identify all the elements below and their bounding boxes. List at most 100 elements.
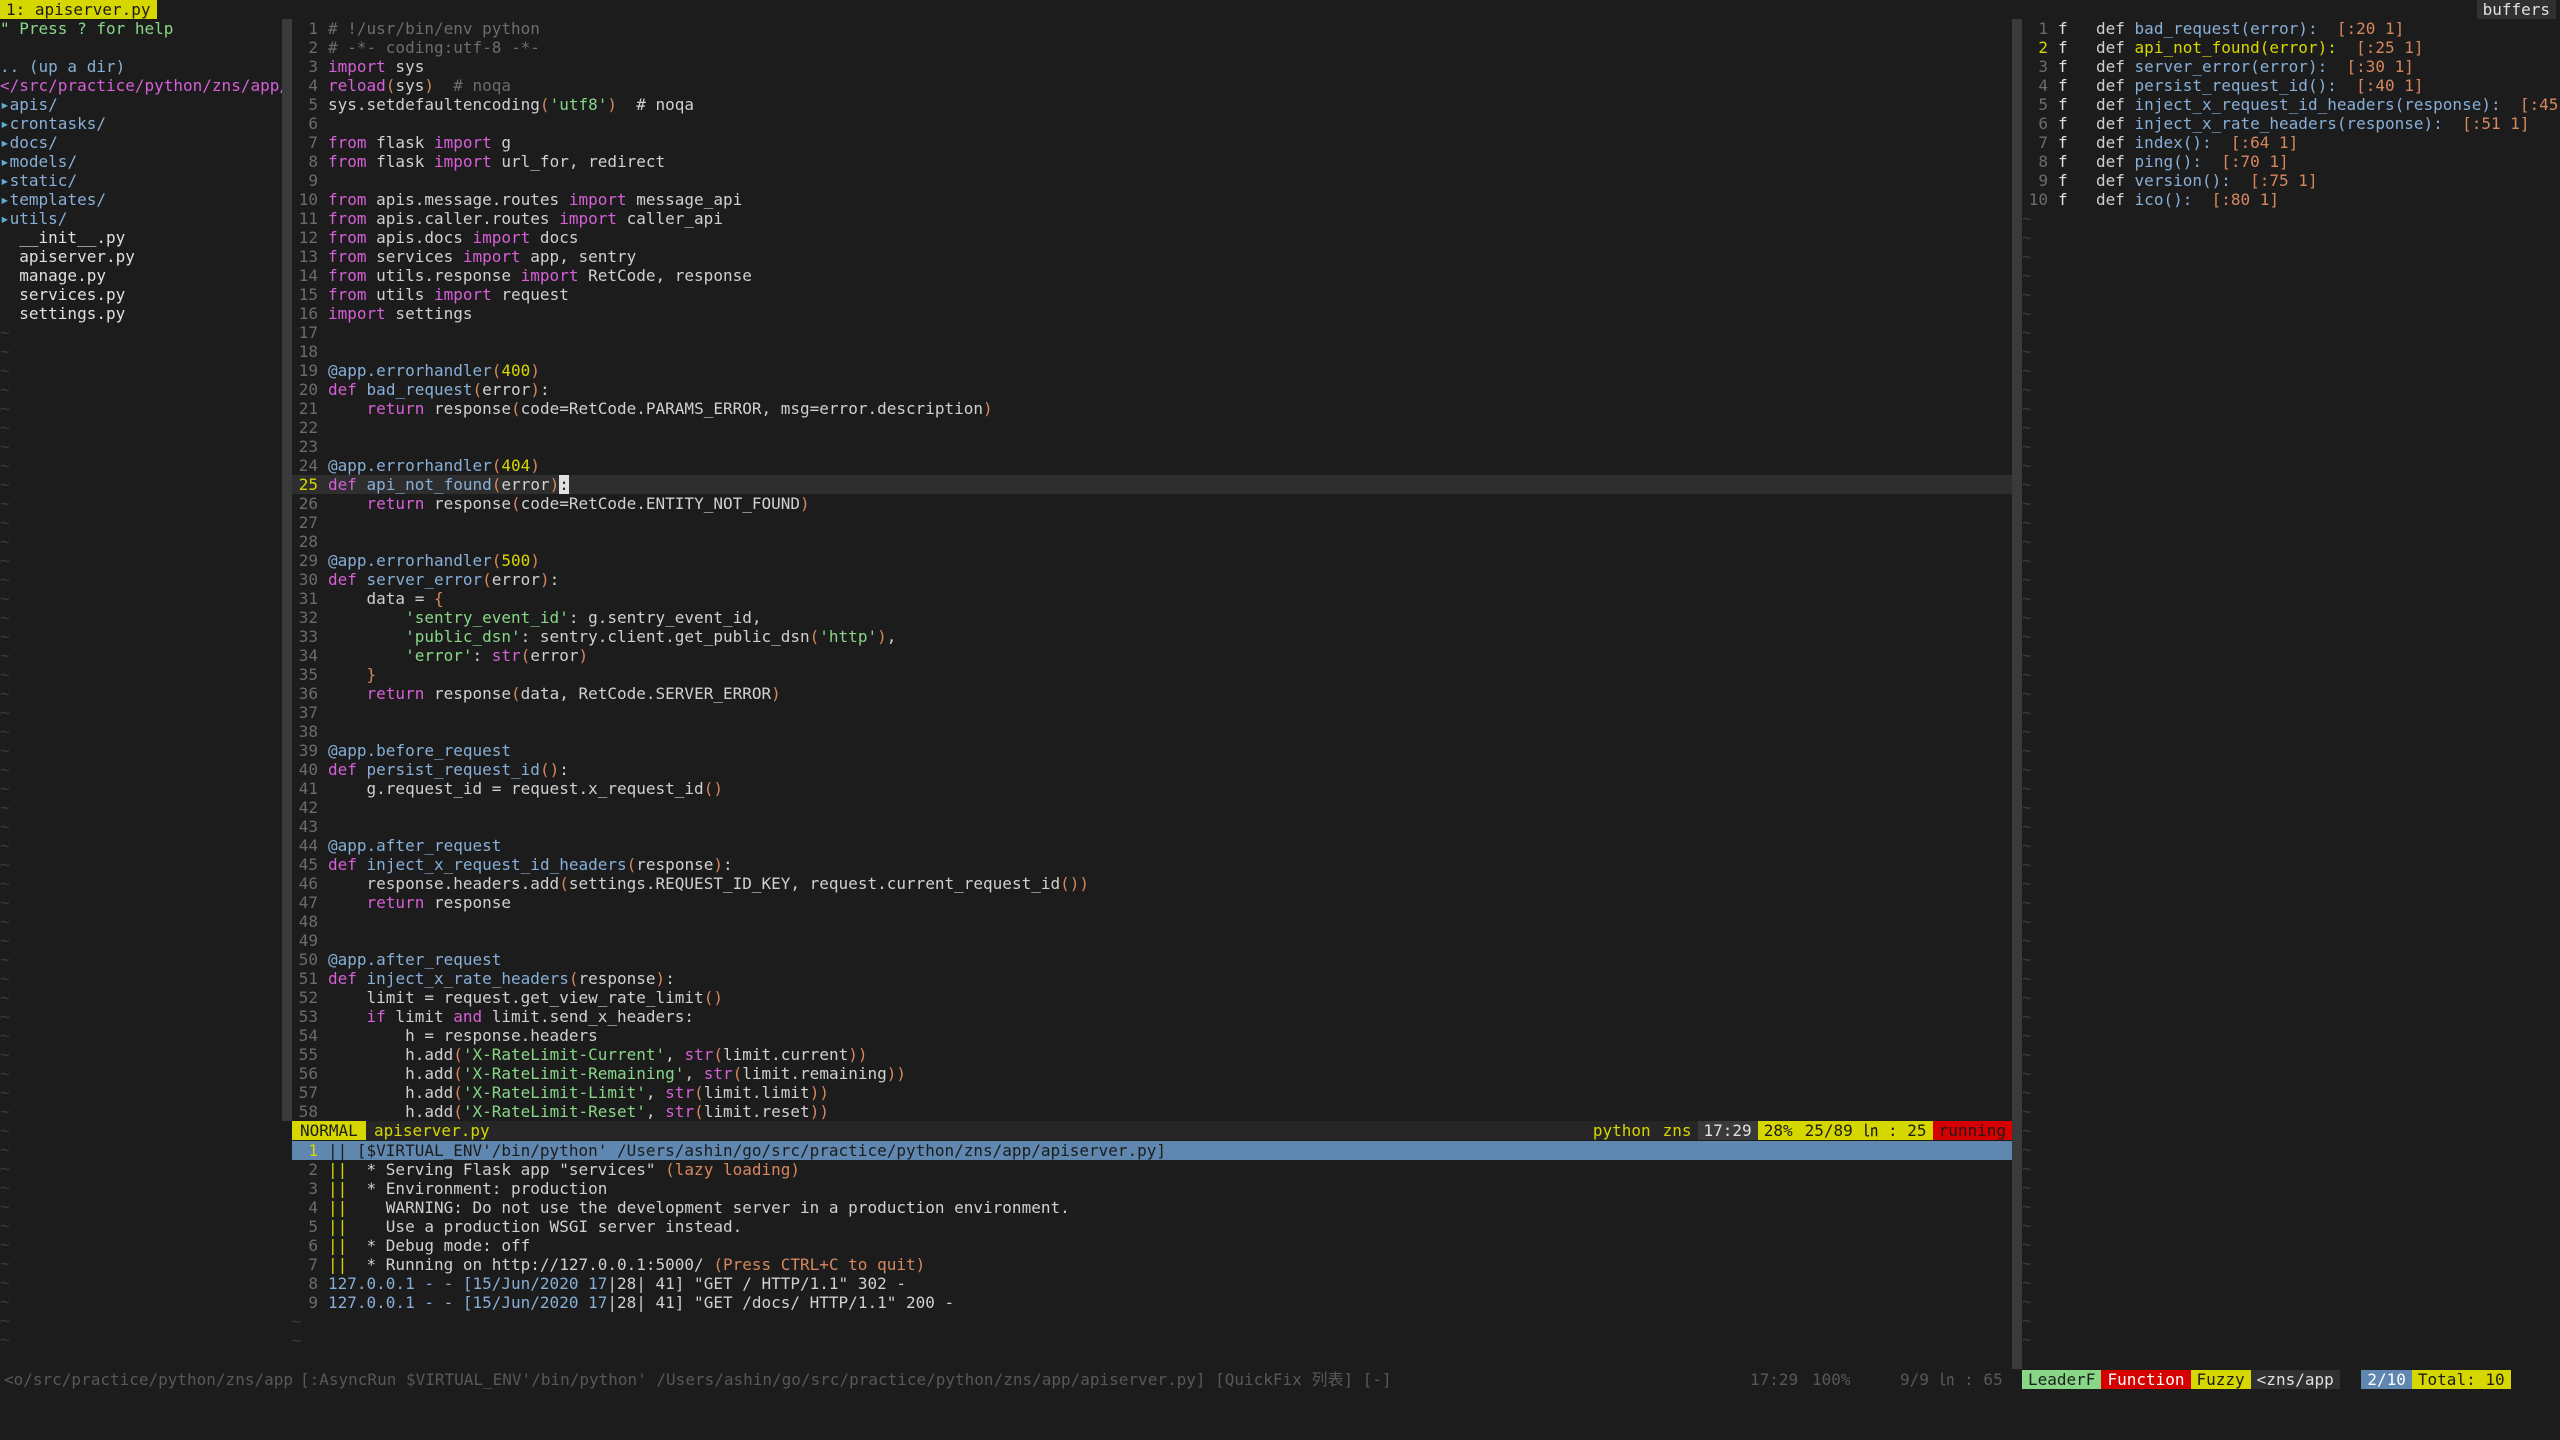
code-line[interactable]: 49 (292, 931, 2012, 950)
code-line[interactable]: 43 (292, 817, 2012, 836)
code-line[interactable]: 45 def inject_x_request_id_headers(respon… (292, 855, 2012, 874)
code-line[interactable]: 3 import sys (292, 57, 2012, 76)
current-code-line[interactable]: 25 def api_not_found(error): (292, 475, 2012, 494)
code-line[interactable]: 53 if limit and limit.send_x_headers: (292, 1007, 2012, 1026)
code-line[interactable]: 32 'sentry_event_id': g.sentry_event_id, (292, 608, 2012, 627)
code-line[interactable]: 19 @app.errorhandler(400) (292, 361, 2012, 380)
code-line[interactable]: 41 g.request_id = request.x_request_id() (292, 779, 2012, 798)
tagbar-function-item[interactable]: 5 f def inject_x_request_id_headers(respon… (2022, 95, 2560, 114)
code-line[interactable]: 27 (292, 513, 2012, 532)
quickfix-line[interactable]: 4 || WARNING: Do not use the development … (292, 1198, 2012, 1217)
expand-arrow-icon[interactable]: ▸ (0, 114, 10, 133)
code-line[interactable]: 2 # -*- coding:utf-8 -*- (292, 38, 2012, 57)
tree-dir[interactable]: ▸static/ (0, 171, 282, 190)
code-line[interactable]: 35 } (292, 665, 2012, 684)
code-line[interactable]: 44 @app.after_request (292, 836, 2012, 855)
code-line[interactable]: 1 # !/usr/bin/env python (292, 19, 2012, 38)
code-line[interactable]: 33 'public_dsn': sentry.client.get_publi… (292, 627, 2012, 646)
tagbar-function-item[interactable]: 7 f def index(): [:64 1] (2022, 133, 2560, 152)
expand-arrow-icon[interactable]: ▸ (0, 209, 10, 228)
tagbar-function-item[interactable]: 3 f def server_error(error): [:30 1] (2022, 57, 2560, 76)
tree-up-dir[interactable]: .. (up a dir) (0, 57, 282, 76)
quickfix-line[interactable]: 2 || * Serving Flask app "services" (lazy… (292, 1160, 2012, 1179)
quickfix-line[interactable]: 3 || * Environment: production (292, 1179, 2012, 1198)
code-line[interactable]: 17 (292, 323, 2012, 342)
quickfix-line[interactable]: 8 127.0.0.1 - - [15/Jun/2020 17|28| 41] "… (292, 1274, 2012, 1293)
tagbar-function-item[interactable]: 6 f def inject_x_rate_headers(response): [… (2022, 114, 2560, 133)
code-line[interactable]: 37 (292, 703, 2012, 722)
tree-dir[interactable]: ▸models/ (0, 152, 282, 171)
tagbar-window[interactable]: 1 f def bad_request(error): [:20 1] 2 f def a… (2022, 19, 2560, 1369)
code-line[interactable]: 7 from flask import g (292, 133, 2012, 152)
vertical-split-right[interactable] (2012, 19, 2022, 1369)
tagbar-function-item[interactable]: 9 f def version(): [:75 1] (2022, 171, 2560, 190)
tree-dir[interactable]: ▸utils/ (0, 209, 282, 228)
tree-file[interactable]: apiserver.py (0, 247, 282, 266)
code-line[interactable]: 52 limit = request.get_view_rate_limit() (292, 988, 2012, 1007)
code-line[interactable]: 6 (292, 114, 2012, 133)
code-line[interactable]: 16 import settings (292, 304, 2012, 323)
tree-dir[interactable]: ▸docs/ (0, 133, 282, 152)
code-line[interactable]: 18 (292, 342, 2012, 361)
quickfix-line[interactable]: 6 || * Debug mode: off (292, 1236, 2012, 1255)
code-line[interactable]: 58 h.add('X-RateLimit-Reset', str(limit.… (292, 1102, 2012, 1121)
code-line[interactable]: 23 (292, 437, 2012, 456)
quickfix-window[interactable]: 1 || [$VIRTUAL_ENV'/bin/python' /Users/as… (292, 1141, 2012, 1369)
code-line[interactable]: 40 def persist_request_id(): (292, 760, 2012, 779)
code-line[interactable]: 36 return response(data, RetCode.SERVER_… (292, 684, 2012, 703)
code-line[interactable]: 24 @app.errorhandler(404) (292, 456, 2012, 475)
code-line[interactable]: 26 return response(code=RetCode.ENTITY_N… (292, 494, 2012, 513)
code-line[interactable]: 4 reload(sys) # noqa (292, 76, 2012, 95)
expand-arrow-icon[interactable]: ▸ (0, 95, 10, 114)
tagbar-function-item[interactable]: 8 f def ping(): [:70 1] (2022, 152, 2560, 171)
code-line[interactable]: 51 def inject_x_rate_headers(response): (292, 969, 2012, 988)
code-line[interactable]: 54 h = response.headers (292, 1026, 2012, 1045)
code-line[interactable]: 21 return response(code=RetCode.PARAMS_E… (292, 399, 2012, 418)
tree-file[interactable]: __init__.py (0, 228, 282, 247)
tree-file[interactable]: settings.py (0, 304, 282, 323)
code-line[interactable]: 12 from apis.docs import docs (292, 228, 2012, 247)
code-line[interactable]: 30 def server_error(error): (292, 570, 2012, 589)
code-line[interactable]: 15 from utils import request (292, 285, 2012, 304)
code-editor[interactable]: 1 # !/usr/bin/env python 2 # -*- coding:utf… (292, 19, 2012, 1121)
tree-dir[interactable]: ▸apis/ (0, 95, 282, 114)
expand-arrow-icon[interactable]: ▸ (0, 152, 10, 171)
quickfix-line[interactable]: 7 || * Running on http://127.0.0.1:5000/ … (292, 1255, 2012, 1274)
tagbar-function-item[interactable]: 10 f def ico(): [:80 1] (2022, 190, 2560, 209)
buffers-label[interactable]: buffers (2476, 0, 2556, 19)
tree-dir[interactable]: ▸crontasks/ (0, 114, 282, 133)
code-line[interactable]: 14 from utils.response import RetCode, re… (292, 266, 2012, 285)
code-line[interactable]: 29 @app.errorhandler(500) (292, 551, 2012, 570)
code-line[interactable]: 47 return response (292, 893, 2012, 912)
code-line[interactable]: 10 from apis.message.routes import messag… (292, 190, 2012, 209)
expand-arrow-icon[interactable]: ▸ (0, 171, 10, 190)
code-line[interactable]: 34 'error': str(error) (292, 646, 2012, 665)
expand-arrow-icon[interactable]: ▸ (0, 133, 10, 152)
tree-file[interactable]: manage.py (0, 266, 282, 285)
tagbar-function-item[interactable]: 1 f def bad_request(error): [:20 1] (2022, 19, 2560, 38)
code-line[interactable]: 42 (292, 798, 2012, 817)
code-line[interactable]: 28 (292, 532, 2012, 551)
tree-root-path[interactable]: </src/practice/python/zns/app/ (0, 76, 282, 95)
code-line[interactable]: 5 sys.setdefaultencoding('utf8') # noqa (292, 95, 2012, 114)
code-line[interactable]: 46 response.headers.add(settings.REQUEST… (292, 874, 2012, 893)
code-line[interactable]: 57 h.add('X-RateLimit-Limit', str(limit.… (292, 1083, 2012, 1102)
code-line[interactable]: 39 @app.before_request (292, 741, 2012, 760)
code-line[interactable]: 22 (292, 418, 2012, 437)
code-line[interactable]: 9 (292, 171, 2012, 190)
code-line[interactable]: 56 h.add('X-RateLimit-Remaining', str(li… (292, 1064, 2012, 1083)
code-line[interactable]: 38 (292, 722, 2012, 741)
code-line[interactable]: 11 from apis.caller.routes import caller_… (292, 209, 2012, 228)
tagbar-function-item[interactable]: 4 f def persist_request_id(): [:40 1] (2022, 76, 2560, 95)
code-line[interactable]: 48 (292, 912, 2012, 931)
tree-dir[interactable]: ▸templates/ (0, 190, 282, 209)
code-line[interactable]: 55 h.add('X-RateLimit-Current', str(limi… (292, 1045, 2012, 1064)
quickfix-line[interactable]: 9 127.0.0.1 - - [15/Jun/2020 17|28| 41] "… (292, 1293, 2012, 1312)
code-line[interactable]: 31 data = { (292, 589, 2012, 608)
tagbar-function-item[interactable]: 2 f def api_not_found(error): [:25 1] (2022, 38, 2560, 57)
quickfix-line[interactable]: 1 || [$VIRTUAL_ENV'/bin/python' /Users/as… (292, 1141, 2012, 1160)
tree-file[interactable]: services.py (0, 285, 282, 304)
code-line[interactable]: 20 def bad_request(error): (292, 380, 2012, 399)
code-line[interactable]: 13 from services import app, sentry (292, 247, 2012, 266)
code-line[interactable]: 8 from flask import url_for, redirect (292, 152, 2012, 171)
